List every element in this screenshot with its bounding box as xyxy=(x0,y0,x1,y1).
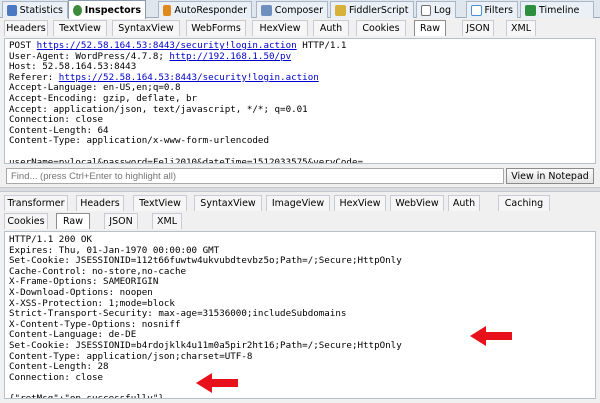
arrow-shape xyxy=(470,326,512,346)
tab-label: Inspectors xyxy=(84,4,141,16)
pane-splitter[interactable] xyxy=(0,187,600,192)
request-tab-hexview[interactable]: HexView xyxy=(252,20,308,36)
red-arrow-cookie-annotation xyxy=(470,326,512,346)
tab-fiddlerscript[interactable]: FiddlerScript xyxy=(330,1,414,18)
response-tab-caching[interactable]: Caching xyxy=(498,195,550,211)
request-line-text: Accept-Encoding: gzip, deflate, br xyxy=(9,92,198,104)
request-url-link[interactable]: https://52.58.164.53:8443/security!login… xyxy=(59,72,319,83)
request-line-text: Accept: application/json, text/javascrip… xyxy=(9,103,308,115)
response-tab-json[interactable]: JSON xyxy=(104,213,138,229)
tab-label: Timeline xyxy=(539,4,580,16)
response-tab-xml[interactable]: XML xyxy=(152,213,182,229)
response-tab-webview[interactable]: WebView xyxy=(390,195,444,211)
tab-label: Composer xyxy=(274,4,323,16)
response-tab-bar-2: Cookies Raw JSON XML xyxy=(0,212,600,230)
find-bar: View in Notepad xyxy=(0,166,600,186)
inspectors-icon xyxy=(73,4,82,16)
response-line: X-Download-Options: noopen xyxy=(9,286,153,298)
log-icon xyxy=(421,4,432,16)
request-tab-syntaxview[interactable]: SyntaxView xyxy=(112,20,180,36)
tab-timeline[interactable]: Timeline xyxy=(520,1,594,18)
response-tab-hexview[interactable]: HexView xyxy=(334,195,386,211)
request-line-text: Content-Type: application/x-www-form-url… xyxy=(9,135,269,147)
request-line-text: Host: 52.58.164.53:8443 xyxy=(9,61,137,73)
response-tab-textview[interactable]: TextView xyxy=(133,195,187,211)
request-tab-cookies[interactable]: Cookies xyxy=(356,20,406,36)
request-line-text: Content-Length: 64 xyxy=(9,124,109,136)
tab-label: Log xyxy=(434,4,451,16)
statistics-icon xyxy=(7,4,17,16)
request-line-text: Accept-Language: en-US,en;q=0.8 xyxy=(9,82,181,94)
request-tab-bar: Headers TextView SyntaxView WebForms Hex… xyxy=(0,19,600,37)
request-line-text: POST xyxy=(9,40,37,51)
tab-statistics[interactable]: Statistics xyxy=(2,1,68,18)
tab-label: AutoResponder xyxy=(174,4,247,16)
red-arrow-body-annotation xyxy=(196,373,238,393)
tab-log[interactable]: Log xyxy=(416,1,456,18)
request-tab-xml[interactable]: XML xyxy=(506,20,536,36)
response-tab-imageview[interactable]: ImageView xyxy=(266,195,330,211)
view-in-notepad-button[interactable]: View in Notepad xyxy=(506,168,594,184)
request-line: Content-Type: application/x-www-form-url… xyxy=(9,136,591,147)
request-url-link[interactable]: https://52.58.164.53:8443/security!login… xyxy=(37,40,297,51)
request-line-text: Referer: xyxy=(9,71,59,83)
request-line-text: User-Agent: WordPress/4.7.8; xyxy=(9,50,170,62)
request-line-text: Connection: close xyxy=(9,114,104,126)
arrow-shape xyxy=(196,373,238,393)
tab-label: Filters xyxy=(484,4,513,16)
response-line: Connection: close xyxy=(9,371,104,383)
main-tab-bar: Statistics Inspectors AutoResponder Comp… xyxy=(0,0,600,19)
find-input[interactable] xyxy=(6,168,504,184)
response-line: HTTP/1.1 200 OK xyxy=(9,234,92,245)
request-tab-webforms[interactable]: WebForms xyxy=(186,20,246,36)
tab-filters[interactable]: Filters xyxy=(466,1,518,18)
timeline-icon xyxy=(525,4,536,16)
checkbox-icon xyxy=(471,4,482,16)
script-icon xyxy=(335,4,346,16)
request-line: userName=pvlocal&password=Feli2010&dateT… xyxy=(9,156,591,164)
request-tab-json[interactable]: JSON xyxy=(462,20,494,36)
tab-label: FiddlerScript xyxy=(349,4,409,16)
tab-inspectors[interactable]: Inspectors xyxy=(68,0,146,19)
request-tab-auth[interactable]: Auth xyxy=(313,20,349,36)
request-line-text: HTTP/1.1 xyxy=(296,40,347,51)
request-tab-headers[interactable]: Headers xyxy=(4,20,48,36)
lightning-icon xyxy=(163,4,172,16)
response-tab-cookies[interactable]: Cookies xyxy=(4,213,48,229)
request-tab-textview[interactable]: TextView xyxy=(53,20,107,36)
composer-icon xyxy=(261,4,272,16)
response-raw-view[interactable]: HTTP/1.1 200 OK Expires: Thu, 01-Jan-1970… xyxy=(4,231,596,399)
response-tab-auth[interactable]: Auth xyxy=(448,195,480,211)
response-tab-raw[interactable]: Raw xyxy=(56,213,90,229)
response-tab-bar: Transformer Headers TextView SyntaxView … xyxy=(0,194,600,212)
request-line-text: userName=pvlocal&password=Feli2010&dateT… xyxy=(9,156,364,164)
request-url-link[interactable]: http://192.168.1.50/pv xyxy=(169,51,291,62)
response-tab-headers[interactable]: Headers xyxy=(76,195,124,211)
tab-label: Statistics xyxy=(19,4,63,16)
request-tab-raw[interactable]: Raw xyxy=(414,20,446,36)
tab-autoresponder[interactable]: AutoResponder xyxy=(158,1,252,18)
tab-composer[interactable]: Composer xyxy=(256,1,328,18)
request-raw-view[interactable]: POST https://52.58.164.53:8443/security!… xyxy=(4,38,596,164)
response-tab-transformer[interactable]: Transformer xyxy=(4,195,68,211)
response-tab-syntaxview[interactable]: SyntaxView xyxy=(194,195,262,211)
response-line: {"retMsg":"op.successfully"} xyxy=(9,392,164,399)
